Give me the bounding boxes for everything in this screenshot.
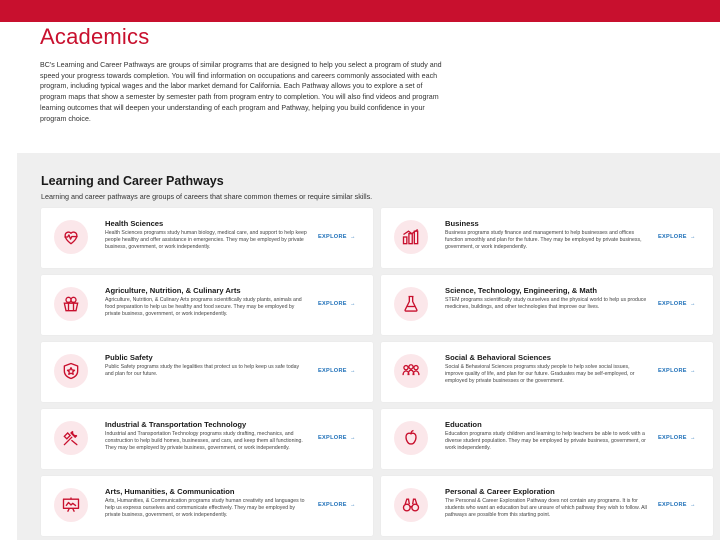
explore-label: EXPLORE: [658, 435, 687, 441]
explore-label: EXPLORE: [318, 502, 347, 508]
explore-label: EXPLORE: [318, 234, 347, 240]
arrow-right-icon: →: [349, 234, 356, 240]
pathways-subtitle: Learning and career pathways are groups …: [41, 192, 373, 201]
card-title[interactable]: Public Safety: [105, 353, 153, 362]
arrow-right-icon: →: [349, 435, 356, 441]
card-title[interactable]: Science, Technology, Engineering, & Math: [445, 286, 597, 295]
card-title[interactable]: Personal & Career Exploration: [445, 487, 555, 496]
people-group-icon: [394, 354, 428, 388]
top-bar-notch: [0, 22, 16, 152]
explore-link[interactable]: EXPLORE →: [658, 368, 696, 374]
apple-icon: [394, 421, 428, 455]
explore-link[interactable]: EXPLORE →: [318, 301, 356, 307]
explore-link[interactable]: EXPLORE →: [318, 435, 356, 441]
explore-label: EXPLORE: [318, 368, 347, 374]
top-brand-bar: [0, 0, 720, 22]
explore-link[interactable]: EXPLORE →: [658, 502, 696, 508]
heart-pulse-icon: [54, 220, 88, 254]
tools-icon: [54, 421, 88, 455]
explore-label: EXPLORE: [658, 368, 687, 374]
pathway-card-agriculture-nutrition-culinary-arts[interactable]: Agriculture, Nutrition, & Culinary Arts A…: [41, 275, 373, 335]
card-title[interactable]: Agriculture, Nutrition, & Culinary Arts: [105, 286, 241, 295]
explore-label: EXPLORE: [318, 301, 347, 307]
easel-icon: [54, 488, 88, 522]
shield-icon: [54, 354, 88, 388]
pathway-card-arts-humanities-communication[interactable]: Arts, Humanities, & Communication Arts, H…: [41, 476, 373, 536]
card-description: Industrial and Transportation Technology…: [105, 431, 303, 451]
arrow-right-icon: →: [349, 502, 356, 508]
pathways-title: Learning and Career Pathways: [41, 174, 224, 188]
arrow-right-icon: →: [689, 234, 696, 240]
explore-label: EXPLORE: [658, 301, 687, 307]
arrow-right-icon: →: [349, 368, 356, 374]
card-description: Public Safety programs study the legalit…: [105, 364, 300, 377]
explore-link[interactable]: EXPLORE →: [318, 234, 356, 240]
arrow-right-icon: →: [689, 368, 696, 374]
business-chart-icon: [394, 220, 428, 254]
binoculars-icon: [394, 488, 428, 522]
pathway-card-industrial-transportation-technology[interactable]: Industrial & Transportation Technology In…: [41, 409, 373, 469]
card-description: Arts, Humanities, & Communication progra…: [105, 498, 305, 518]
pathway-card-social-behavioral-sciences[interactable]: Social & Behavioral Sciences Social & Beh…: [381, 342, 713, 402]
page-title: Academics: [40, 24, 150, 49]
explore-link[interactable]: EXPLORE →: [318, 368, 356, 374]
explore-link[interactable]: EXPLORE →: [658, 435, 696, 441]
explore-link[interactable]: EXPLORE →: [658, 234, 696, 240]
card-title[interactable]: Education: [445, 420, 482, 429]
card-title[interactable]: Social & Behavioral Sciences: [445, 353, 551, 362]
pathway-card-education[interactable]: Education Education programs study childr…: [381, 409, 713, 469]
explore-label: EXPLORE: [658, 502, 687, 508]
arrow-right-icon: →: [349, 301, 356, 307]
card-description: Agriculture, Nutrition, & Culinary Arts …: [105, 297, 302, 317]
card-title[interactable]: Arts, Humanities, & Communication: [105, 487, 235, 496]
flask-icon: [394, 287, 428, 321]
pathway-card-personal-career-exploration[interactable]: Personal & Career Exploration The Persona…: [381, 476, 713, 536]
pathway-card-health-sciences[interactable]: Health Sciences Health Sciences programs …: [41, 208, 373, 268]
explore-link[interactable]: EXPLORE →: [658, 301, 696, 307]
intro-paragraph: BC's Learning and Career Pathways are gr…: [40, 61, 442, 123]
arrow-right-icon: →: [689, 301, 696, 307]
explore-label: EXPLORE: [658, 234, 687, 240]
card-description: Health Sciences programs study human bio…: [105, 230, 307, 250]
card-description: Business programs study finance and mana…: [445, 230, 642, 250]
card-description: Education programs study children and le…: [445, 431, 646, 451]
food-basket-icon: [54, 287, 88, 321]
pathway-card-science-technology-engineering-math[interactable]: Science, Technology, Engineering, & Math…: [381, 275, 713, 335]
card-description: Social & Behavioral Sciences programs st…: [445, 364, 635, 384]
card-description: STEM programs scientifically study ourse…: [445, 297, 647, 310]
explore-link[interactable]: EXPLORE →: [318, 502, 356, 508]
pathway-card-public-safety[interactable]: Public Safety Public Safety programs stud…: [41, 342, 373, 402]
card-title[interactable]: Industrial & Transportation Technology: [105, 420, 246, 429]
card-title[interactable]: Health Sciences: [105, 219, 163, 228]
explore-label: EXPLORE: [318, 435, 347, 441]
card-description: The Personal & Career Exploration Pathwa…: [445, 498, 647, 518]
pathway-card-business[interactable]: Business Business programs study finance …: [381, 208, 713, 268]
arrow-right-icon: →: [689, 502, 696, 508]
arrow-right-icon: →: [689, 435, 696, 441]
card-title[interactable]: Business: [445, 219, 479, 228]
